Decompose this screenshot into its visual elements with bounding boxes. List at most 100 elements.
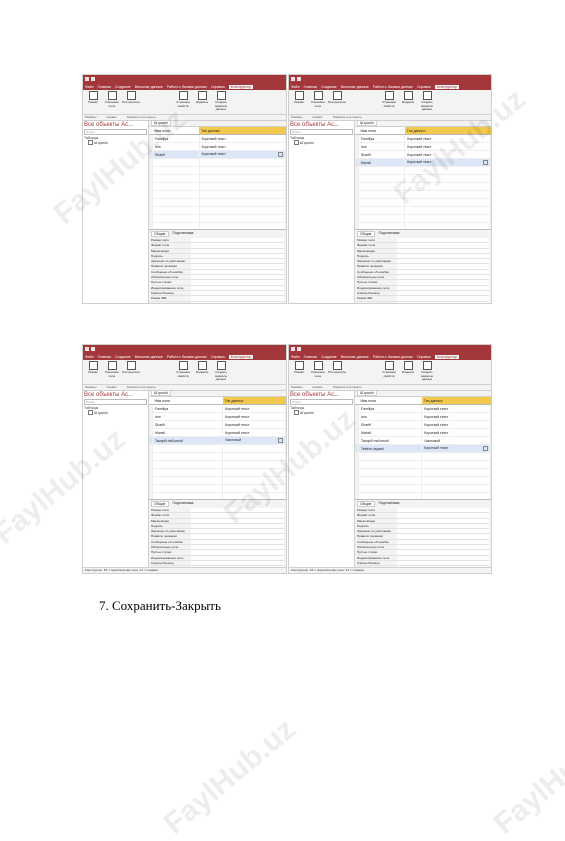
tab-2[interactable]: Создание (321, 85, 337, 89)
ribbon-button[interactable]: Создать макросы данных (419, 91, 435, 113)
data-type-cell[interactable] (421, 484, 491, 493)
property-value[interactable] (397, 259, 489, 264)
field-row[interactable]: Sharifi Короткий текст (149, 420, 286, 429)
nav-table-item[interactable]: Ш'quvchi (290, 410, 353, 415)
ribbon-button[interactable]: Ключевое поле (310, 91, 326, 113)
save-icon[interactable] (85, 77, 89, 81)
empty-field-row[interactable] (149, 460, 286, 469)
tab-3[interactable]: Внешние данные (135, 85, 163, 89)
empty-field-row[interactable] (355, 214, 491, 223)
field-row[interactable]: Manzil Короткий текст (355, 428, 491, 437)
field-name-cell[interactable]: Familiya (152, 134, 200, 143)
property-tab[interactable]: Общие (151, 501, 169, 507)
field-name-cell[interactable]: Ism (152, 142, 200, 151)
ribbon-button[interactable]: Ключевое поле (104, 361, 120, 383)
tab-4[interactable]: Работа с базами данных (167, 355, 207, 359)
field-name-cell[interactable] (152, 190, 200, 199)
property-value[interactable] (397, 264, 489, 269)
ribbon-button[interactable]: Создать макросы данных (213, 91, 229, 113)
tab-5[interactable]: Справка (417, 355, 431, 359)
field-name-cell[interactable]: Familiya (358, 134, 406, 143)
data-type-cell[interactable] (199, 166, 286, 175)
data-type-cell[interactable] (222, 444, 286, 453)
field-name-cell[interactable] (358, 190, 406, 199)
property-value[interactable] (191, 560, 284, 566)
property-value[interactable] (397, 280, 489, 285)
tab-0[interactable]: Файл (85, 85, 94, 89)
property-value[interactable] (191, 555, 284, 560)
data-type-cell[interactable]: Короткий текст (222, 412, 286, 421)
property-value[interactable] (191, 238, 284, 243)
nav-search-input[interactable]: Поиск... (84, 129, 147, 135)
nav-search-input[interactable]: Поиск... (290, 399, 353, 405)
property-value[interactable] (397, 518, 489, 523)
data-type-cell[interactable] (199, 182, 286, 191)
ribbon-button[interactable]: Построитель (328, 91, 346, 113)
property-tab[interactable]: Общие (357, 231, 375, 237)
data-type-cell[interactable]: Короткий текст (404, 134, 491, 143)
data-type-cell[interactable]: Числовой (421, 436, 491, 445)
empty-field-row[interactable] (355, 452, 491, 461)
field-name-cell[interactable] (358, 214, 406, 223)
field-name-cell[interactable] (152, 174, 200, 183)
field-name-cell[interactable] (358, 468, 423, 477)
field-name-cell[interactable]: Tavqulli ma'lumoti (152, 436, 224, 445)
empty-field-row[interactable] (149, 174, 286, 183)
tab-4[interactable]: Работа с базами данных (373, 85, 413, 89)
property-value[interactable] (191, 518, 284, 523)
data-type-cell[interactable]: Короткий текст (404, 142, 491, 151)
property-value[interactable] (397, 508, 489, 513)
property-value[interactable] (191, 285, 284, 290)
property-tab[interactable]: Подстановка (379, 231, 400, 237)
data-type-cell[interactable]: Короткий текст (199, 150, 286, 159)
field-name-cell[interactable] (152, 166, 200, 175)
property-value[interactable] (191, 523, 284, 529)
field-name-cell[interactable] (358, 166, 406, 175)
data-type-cell[interactable] (222, 460, 286, 469)
field-name-cell[interactable]: Sharifi (358, 420, 423, 429)
property-value[interactable] (397, 269, 489, 275)
ribbon-button[interactable]: Индексы (400, 361, 416, 383)
field-name-cell[interactable]: Manzil (358, 158, 406, 167)
field-name-cell[interactable] (358, 460, 423, 469)
tab-3[interactable]: Внешние данные (341, 85, 369, 89)
tab-3[interactable]: Внешние данные (135, 355, 163, 359)
nav-table-item[interactable]: Ш'quvchi (84, 140, 147, 145)
field-name-cell[interactable] (358, 206, 406, 215)
data-type-cell[interactable] (199, 198, 286, 207)
data-type-cell[interactable] (421, 476, 491, 485)
data-type-cell[interactable] (199, 174, 286, 183)
property-value[interactable] (397, 243, 489, 248)
field-name-cell[interactable] (152, 198, 200, 207)
tab-3[interactable]: Внешние данные (341, 355, 369, 359)
field-name-cell[interactable]: Ism (152, 412, 224, 421)
document-tab[interactable]: Ш'quvchi (151, 120, 171, 126)
field-name-cell[interactable] (358, 476, 423, 485)
ribbon-button[interactable]: Страница свойств (381, 91, 397, 113)
save-icon[interactable] (291, 347, 295, 351)
field-name-cell[interactable]: Ism (358, 142, 406, 151)
tab-1[interactable]: Главная (304, 85, 317, 89)
property-value[interactable] (191, 259, 284, 264)
property-value[interactable] (397, 301, 489, 303)
data-type-cell[interactable] (199, 206, 286, 215)
tab-2[interactable]: Создание (115, 85, 131, 89)
property-value[interactable] (397, 275, 489, 280)
ribbon-button[interactable]: Индексы (194, 91, 210, 113)
field-row[interactable]: Familiya Короткий текст (355, 404, 491, 413)
document-tab[interactable]: Ш'quvchi (357, 120, 377, 126)
field-name-cell[interactable]: Sharifi (152, 420, 224, 429)
empty-field-row[interactable] (149, 198, 286, 207)
property-value[interactable] (191, 301, 284, 303)
data-type-cell[interactable]: Короткий текст (421, 412, 491, 421)
tab-4[interactable]: Работа с базами данных (167, 85, 207, 89)
property-value[interactable] (397, 545, 489, 550)
property-row[interactable]: Режим предложений IME (151, 301, 284, 303)
empty-field-row[interactable] (149, 190, 286, 199)
data-type-cell[interactable]: Короткий текст (199, 134, 286, 143)
property-tab[interactable]: Подстановка (173, 231, 194, 237)
property-value[interactable] (191, 280, 284, 285)
property-value[interactable] (397, 529, 489, 534)
empty-field-row[interactable] (149, 206, 286, 215)
data-type-cell[interactable] (404, 190, 491, 199)
